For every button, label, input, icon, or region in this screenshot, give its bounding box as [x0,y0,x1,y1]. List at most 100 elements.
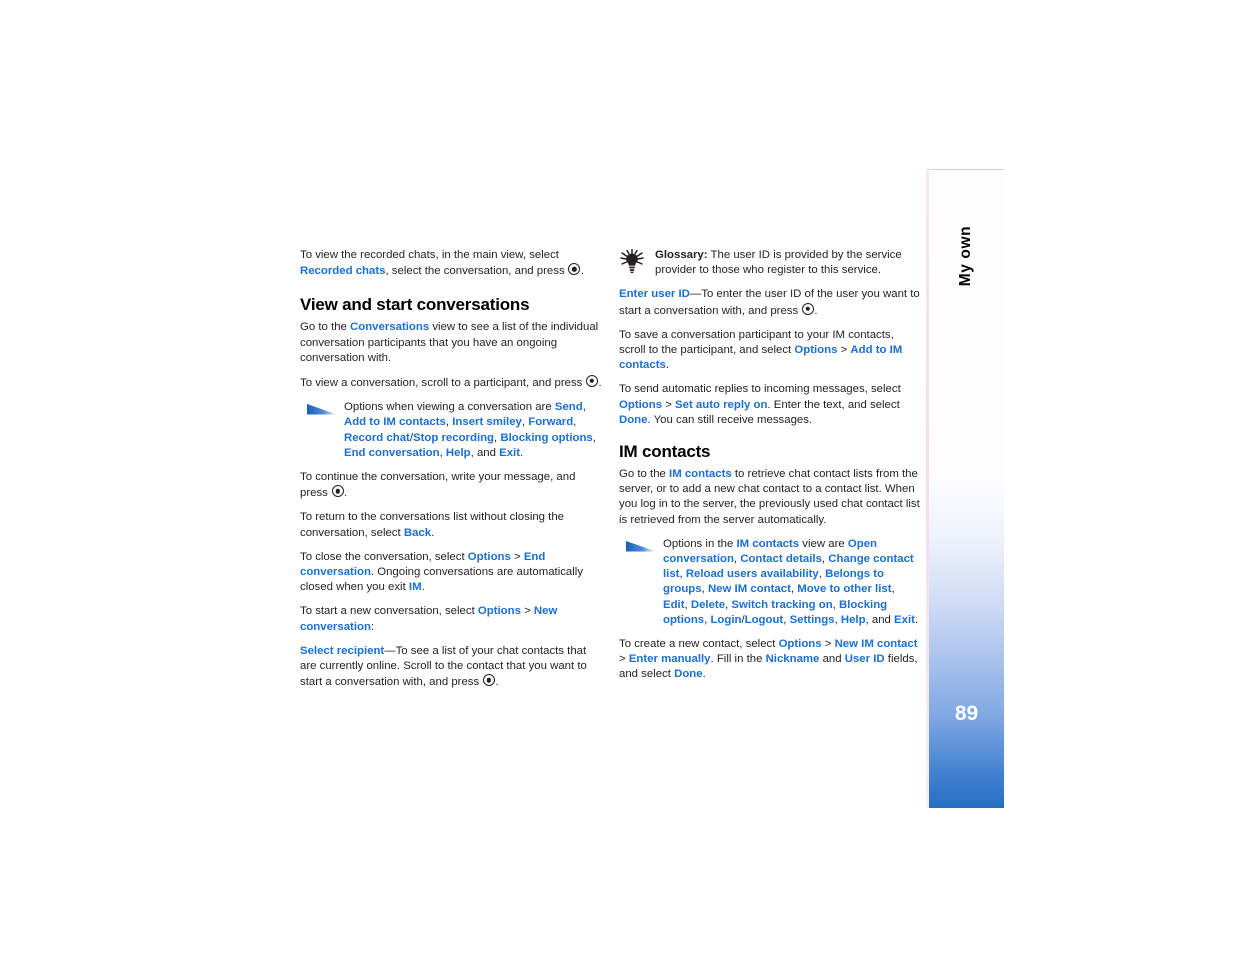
text-fragment: , [891,583,895,596]
paragraph-select-recipient: Select recipient—To see a list of your c… [300,644,602,691]
text-fragment: . Enter the text, and select [767,398,900,411]
option-move-to-other-list: Move to other list [797,583,892,596]
text-fragment: . [702,668,706,681]
text-fragment: . Fill in the [710,653,766,666]
text-fragment: To close the conversation, select [300,550,468,563]
option-end-conversation: End conversation [344,446,440,459]
ui-term-recorded-chats: Recorded chats [300,265,386,278]
text-fragment: . [344,487,348,500]
option-stop-recording: Stop recording [413,431,495,444]
option-delete: Delete [690,598,726,611]
option-help: Help [445,446,471,459]
option-new-im-contact: New IM contact [707,583,791,596]
select-key-icon [482,674,495,687]
text-fragment: . [421,581,425,594]
text-fragment: > [619,653,629,666]
select-key-icon [801,302,814,315]
note-text: Options in the IM contacts view are Open… [663,537,921,628]
option-options: Options [778,638,822,651]
field-user-id: User ID [844,653,885,666]
select-key-icon [331,485,344,498]
text-fragment: and [819,653,845,666]
chapter-title: My own [957,225,974,287]
ui-term-conversations: Conversations [350,321,430,334]
text-fragment: > [662,398,676,411]
option-send: Send [554,401,583,414]
text-fragment: Options when viewing a conversation are [344,401,555,414]
text-fragment: , select the conversation, and press [385,265,568,278]
text-fragment: . You can still receive messages. [647,413,813,426]
paragraph-create-new-contact: To create a new contact, select Options … [619,637,921,683]
text-fragment: Go to the [619,468,670,481]
option-contact-details: Contact details [740,553,822,566]
text-fragment: > [821,638,835,651]
manual-page: To view the recorded chats, in the main … [0,0,1235,954]
text-fragment: . [431,526,435,539]
page-number: 89 [954,702,979,725]
heading-im-contacts: IM contacts [619,442,711,462]
chapter-side-tab: My own 89 [929,169,1004,808]
text-fragment: > [837,344,851,357]
ui-term-im-contacts: IM contacts [669,468,732,481]
option-add-to-im-contacts: Add to IM contacts [344,416,446,429]
text-fragment: . [914,613,919,626]
note-text: Options when viewing a conversation are … [344,400,602,461]
paragraph-goto-im-contacts: Go to the IM contacts to retrieve chat c… [619,467,921,528]
option-reload-users-availability: Reload users availability [685,568,819,581]
text-fragment: . [598,377,602,390]
text-fragment: Go to the [300,321,351,334]
option-enter-manually: Enter manually [628,653,711,666]
lightbulb-tip-icon [620,249,644,273]
text-fragment: , [573,416,577,429]
text-fragment: view are [799,537,848,550]
field-nickname: Nickname [765,653,820,666]
paragraph-auto-reply: To send automatic replies to incoming me… [619,382,921,428]
text-fragment: , and [865,613,895,626]
option-insert-smiley: Insert smiley [452,416,522,429]
option-enter-user-id: Enter user ID [619,288,690,301]
text-fragment: . [495,676,499,689]
option-edit: Edit [663,598,685,611]
option-new-im-contact: New IM contact [834,638,918,651]
text-fragment: > [520,605,534,618]
text-fragment: , and [470,446,500,459]
text-fragment: To view the recorded chats, in the main … [300,249,559,261]
option-login: Login [710,613,742,626]
option-settings: Settings [789,613,835,626]
text-fragment: To create a new contact, select [619,638,779,651]
arrow-bullet-icon [626,540,656,552]
note-im-contacts-options: Options in the IM contacts view are Open… [619,537,921,628]
note-text: Glossary: The user ID is provided by the… [655,248,921,278]
option-options: Options [477,605,521,618]
text-fragment: , [592,431,596,444]
glossary-label: Glossary: [655,249,708,261]
ui-term-im: IM [408,581,422,594]
text-fragment: Options in the [663,537,737,550]
paragraph-recorded-chats: To view the recorded chats, in the main … [300,248,602,279]
select-key-icon [586,375,599,388]
heading-view-and-start-conversations: View and start conversations [300,295,530,315]
left-text-column: To view the recorded chats, in the main … [300,248,602,699]
paragraph-view-conversation: To view a conversation, scroll to a part… [300,375,602,391]
text-fragment: To send automatic replies to incoming me… [619,383,901,396]
paragraph-continue-conversation: To continue the conversation, write your… [300,470,602,501]
ui-term-im-contacts: IM contacts [736,537,800,550]
text-fragment: To view a conversation, scroll to a part… [300,377,586,390]
text-fragment: . [520,446,524,459]
option-done: Done [619,413,648,426]
option-select-recipient: Select recipient [300,644,385,657]
option-options: Options [467,550,511,563]
paragraph-goto-conversations: Go to the Conversations view to see a li… [300,320,602,366]
text-fragment: To start a new conversation, select [300,605,478,618]
paragraph-return-to-list: To return to the conversations list with… [300,510,602,540]
note-conversation-options: Options when viewing a conversation are … [300,400,602,461]
option-forward: Forward [528,416,574,429]
option-help: Help [840,613,866,626]
option-done: Done [674,668,703,681]
option-logout: Logout [744,613,784,626]
option-set-auto-reply-on: Set auto reply on [675,398,768,411]
right-text-column: Glossary: The user ID is provided by the… [619,248,921,692]
note-glossary: Glossary: The user ID is provided by the… [619,248,921,278]
paragraph-save-participant: To save a conversation participant to yo… [619,328,921,374]
text-fragment: : [370,620,375,633]
